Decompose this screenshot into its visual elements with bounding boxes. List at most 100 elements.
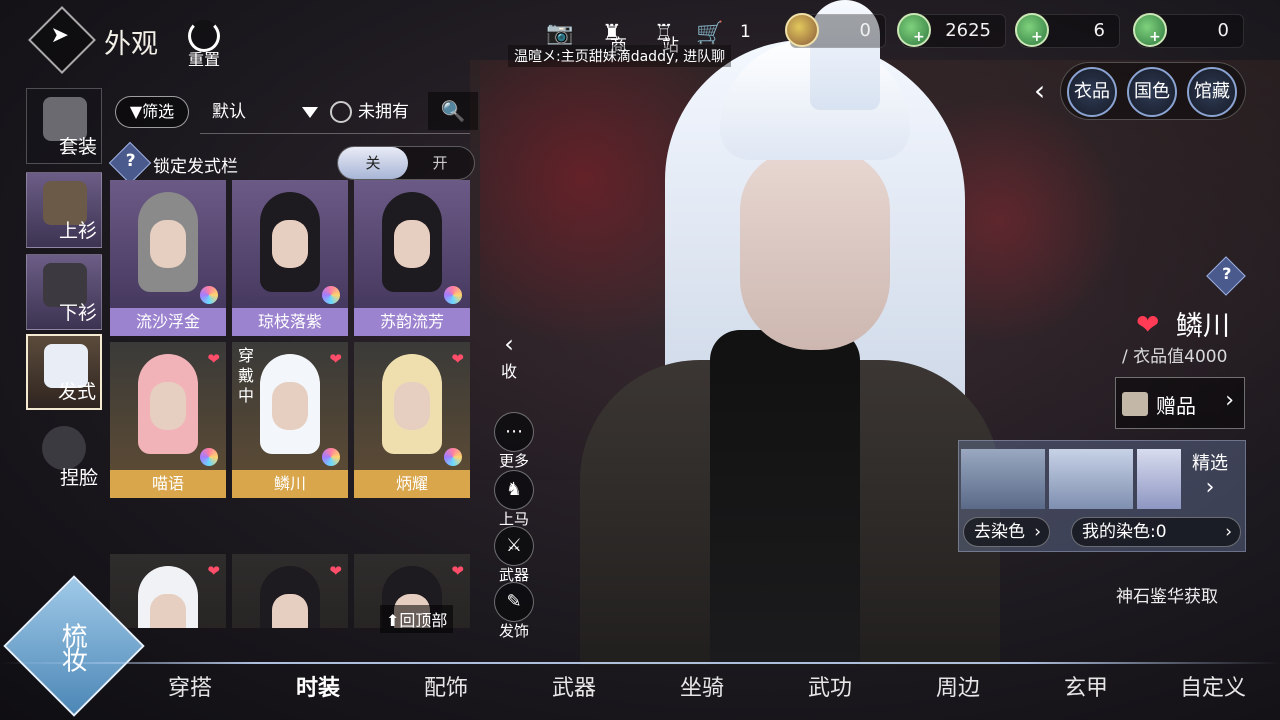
- search-button[interactable]: 🔍: [428, 92, 478, 130]
- weapon-button[interactable]: ⚔ 武器: [492, 526, 536, 585]
- gift-button[interactable]: 赠品 ›: [1115, 377, 1245, 429]
- search-icon: 🔍: [440, 99, 466, 123]
- cart-count: 1: [740, 22, 751, 42]
- more-icon: ⋯: [494, 412, 534, 452]
- heart-icon[interactable]: ❤: [451, 562, 464, 580]
- dye-icon: [444, 286, 462, 304]
- sort-dropdown[interactable]: 默认: [212, 96, 324, 128]
- item-card[interactable]: ❤: [232, 554, 348, 628]
- category-outfit[interactable]: 套装: [26, 88, 102, 164]
- tab-national-color[interactable]: 国色: [1127, 67, 1177, 117]
- item-card[interactable]: ❤ 喵语: [110, 342, 226, 498]
- filter-button[interactable]: ▼筛选: [115, 96, 189, 128]
- collapse-label: 收: [500, 362, 517, 381]
- hair-ornament-button[interactable]: ✎ 发饰: [492, 582, 536, 641]
- category-bottom[interactable]: 下衫: [26, 254, 102, 330]
- category-face[interactable]: 捏脸: [26, 418, 102, 494]
- chevron-left-icon: ‹: [504, 330, 514, 358]
- item-face: [150, 382, 186, 430]
- my-dye-button[interactable]: 我的染色:0 ›: [1071, 517, 1241, 547]
- tab-collection[interactable]: 馆藏: [1187, 67, 1237, 117]
- filter-label: 筛选: [142, 102, 175, 121]
- heart-icon[interactable]: ❤: [207, 350, 220, 368]
- item-card-selected[interactable]: 穿戴中 ❤ 鳞川: [232, 342, 348, 498]
- currency-gem[interactable]: 0: [785, 13, 886, 48]
- item-name: 琼枝落紫: [232, 308, 348, 336]
- currency-value: 6: [1093, 20, 1105, 41]
- reset-button[interactable]: 重置: [182, 20, 226, 70]
- mount-button[interactable]: ♞ 上马: [492, 470, 536, 529]
- back-to-top-button[interactable]: ⬆回顶部: [380, 605, 454, 633]
- my-dye-label: 我的染色:0: [1082, 522, 1167, 542]
- item-face: [150, 220, 186, 268]
- currency-jade-3[interactable]: + 0: [1133, 13, 1244, 48]
- dye-icon: [200, 286, 218, 304]
- nav-outfit[interactable]: 穿搭: [168, 670, 212, 702]
- nav-weapon[interactable]: 武器: [552, 670, 596, 702]
- more-button[interactable]: ⋯ 更多: [492, 412, 536, 471]
- nav-accessory[interactable]: 配饰: [424, 670, 468, 702]
- item-name: 苏韵流芳: [354, 308, 470, 336]
- acquire-link[interactable]: 神石鉴华获取: [1116, 582, 1218, 607]
- item-name: 喵语: [110, 470, 226, 498]
- dye-preset-1[interactable]: [961, 449, 1045, 509]
- wearing-badge: 穿戴中: [238, 346, 255, 405]
- item-card[interactable]: ❤: [110, 554, 226, 628]
- back-button[interactable]: ➤: [28, 6, 96, 74]
- chevron-right-icon: ›: [1225, 388, 1234, 413]
- reset-label: 重置: [187, 50, 220, 69]
- radio-icon: [330, 101, 352, 123]
- heart-icon[interactable]: ❤: [1136, 308, 1159, 341]
- action-label: 发饰: [498, 622, 529, 640]
- item-card[interactable]: ❤ 炳耀: [354, 342, 470, 498]
- chevron-right-icon: ›: [1205, 475, 1215, 500]
- lock-off-option[interactable]: 关: [338, 147, 408, 179]
- help-icon[interactable]: ?: [108, 141, 152, 185]
- character-preview[interactable]: [540, 0, 1010, 665]
- category-label: 捏脸: [59, 467, 98, 489]
- chevron-right-icon: ›: [1225, 522, 1232, 542]
- heart-icon[interactable]: ❤: [329, 350, 342, 368]
- item-card[interactable]: 流沙浮金: [110, 180, 226, 336]
- dye-icon: [322, 286, 340, 304]
- dye-preset-3[interactable]: [1137, 449, 1181, 509]
- nav-fashion[interactable]: 时装: [296, 670, 340, 702]
- lock-on-option[interactable]: 开: [406, 147, 474, 179]
- item-card[interactable]: 苏韵流芳: [354, 180, 470, 336]
- nav-armor[interactable]: 玄甲: [1064, 670, 1108, 702]
- currency-value: 0: [859, 20, 871, 41]
- arrow-up-icon: ⬆: [386, 611, 400, 630]
- character-sweater: [710, 330, 860, 665]
- nav-custom[interactable]: 自定义: [1180, 670, 1246, 702]
- nav-merch[interactable]: 周边: [936, 670, 980, 702]
- item-face: [272, 382, 308, 430]
- featured-button[interactable]: 精选 ›: [1181, 449, 1239, 500]
- item-face: [150, 594, 186, 628]
- unowned-checkbox[interactable]: 未拥有: [330, 96, 409, 128]
- currency-jade-2[interactable]: + 6: [1015, 13, 1120, 48]
- nav-mount[interactable]: 坐骑: [680, 670, 724, 702]
- heart-icon[interactable]: ❤: [451, 350, 464, 368]
- team-notice[interactable]: 温暄メ:主页甜妹滴daddy, 进队聊: [508, 45, 732, 67]
- heart-icon[interactable]: ❤: [329, 562, 342, 580]
- category-hairstyle[interactable]: 发式: [26, 334, 102, 410]
- gift-label: 赠品: [1156, 394, 1196, 418]
- tab-outfit-rating[interactable]: 衣品: [1067, 67, 1117, 117]
- dye-preset-2[interactable]: [1049, 449, 1133, 509]
- item-face: [272, 220, 308, 268]
- currency-jade-1[interactable]: + 2625: [897, 13, 1006, 48]
- currency-value: 0: [1217, 20, 1229, 41]
- plus-icon: +: [1031, 29, 1043, 45]
- lock-toggle[interactable]: 关 开: [337, 146, 475, 180]
- category-top[interactable]: 上衫: [26, 172, 102, 248]
- currency-value: 2625: [945, 20, 991, 41]
- item-card[interactable]: 琼枝落紫: [232, 180, 348, 336]
- nav-martial-arts[interactable]: 武功: [808, 670, 852, 702]
- remove-dye-button[interactable]: 去染色 ›: [963, 517, 1050, 547]
- collapse-button[interactable]: ‹ 收: [494, 330, 524, 382]
- lock-label: 锁定发式栏: [153, 157, 238, 177]
- chevron-left-icon[interactable]: ‹: [1034, 74, 1045, 107]
- help-icon[interactable]: ?: [1206, 256, 1246, 296]
- item-face: [272, 594, 308, 628]
- heart-icon[interactable]: ❤: [207, 562, 220, 580]
